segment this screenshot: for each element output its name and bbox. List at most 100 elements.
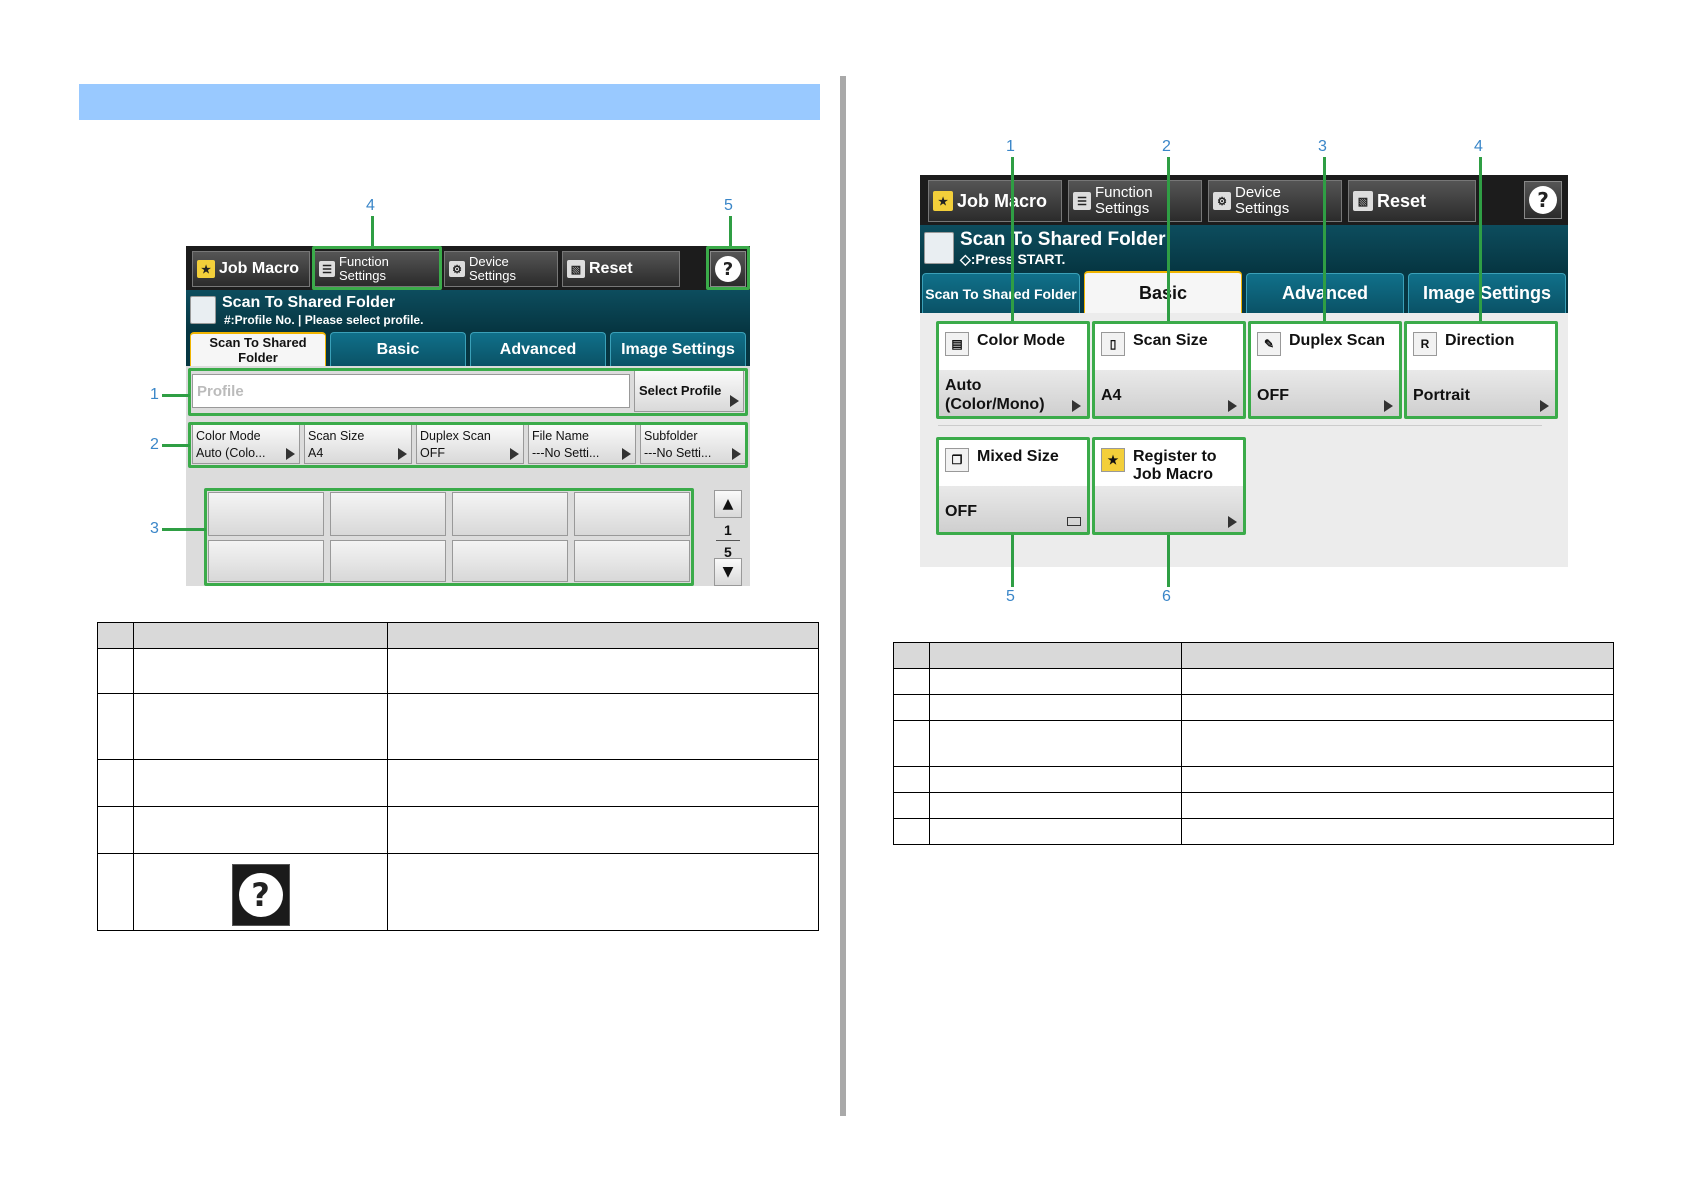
table-cell [893,668,930,695]
table-header-cell [97,622,134,649]
callout-1: 1 [1006,138,1015,155]
table-cell [387,693,819,760]
table-cell [1181,792,1614,819]
help-button[interactable]: ? [1524,181,1562,219]
function-settings-label-2: Settings [1095,200,1150,217]
job-macro-label: Job Macro [219,260,300,277]
help-icon: ? [1529,186,1557,214]
callout-line [1011,535,1014,587]
job-macro-button[interactable]: ★ Job Macro [928,180,1062,222]
tab-scan-to-shared-folder[interactable]: Scan To Shared Folder [190,332,326,366]
callout-line [1479,157,1482,321]
table-row [893,818,1614,845]
table-header-cell [1181,642,1614,669]
row-divider [938,425,1542,426]
page-current: 1 [724,522,732,538]
help-button-image: ? [231,864,290,926]
table-row [97,759,819,807]
highlight-help [706,246,750,290]
job-macro-button[interactable]: ★ Job Macro [192,251,310,287]
table-cell [133,648,388,694]
table-cell [97,806,134,854]
highlight-color-mode [936,321,1090,419]
tab-label: Scan To Shared Folder [209,335,307,365]
table-cell [893,720,930,767]
tab-label: Basic [376,340,420,358]
gear-icon: ⚙ [1213,192,1231,210]
callout-line [1011,157,1014,321]
callout-5: 5 [1006,588,1015,605]
callout-line [1323,157,1326,321]
tab-image-settings[interactable]: Image Settings [1408,273,1566,313]
table-cell [1181,818,1614,845]
table-cell [97,759,134,807]
help-glyph: ? [251,876,270,914]
tab-image-settings[interactable]: Image Settings [610,332,746,366]
page-up-button[interactable]: ▲ [714,490,742,518]
tab-label: Image Settings [621,340,735,358]
highlight-duplex-scan [1248,321,1402,419]
device-settings-label-2: Settings [1235,200,1290,217]
device-settings-label-1: Device [1235,184,1281,202]
left-reference-table: ? [97,622,819,931]
highlight-macro-grid [204,488,694,586]
table-cell [133,759,388,807]
callout-line [729,216,732,246]
reset-button[interactable]: ▧ Reset [562,251,680,287]
highlight-mixed-size [936,437,1090,535]
table-row [893,766,1614,793]
function-settings-button[interactable]: ☰ Function Settings [1068,180,1202,222]
tab-basic[interactable]: Basic [1084,271,1242,313]
table-row [893,792,1614,819]
table-cell [1181,766,1614,793]
title-bar: Scan To Shared Folder ◇:Press START. [920,225,1568,271]
tab-basic[interactable]: Basic [330,332,466,366]
highlight-functions [188,422,748,468]
callout-line [162,444,190,447]
reset-label: Reset [1377,190,1427,211]
reset-label: Reset [589,260,633,277]
device-settings-label-2: Settings [469,268,516,283]
device-settings-button[interactable]: ⚙ Device Settings [444,251,558,287]
table-row [893,668,1614,695]
table-row [893,694,1614,721]
page-title: Scan To Shared Folder [960,229,1166,250]
toolbar: ★ Job Macro ☰ Function Settings ⚙ Device S… [186,246,750,290]
table-cell [1181,668,1614,695]
callout-line [162,394,190,397]
table-cell [387,648,819,694]
arrow-up-icon: ▲ [722,496,734,512]
device-settings-button[interactable]: ⚙ Device Settings [1208,180,1342,222]
highlight-direction [1404,321,1558,419]
table-header-cell [387,622,819,649]
tab-row: Scan To Shared Folder Basic Advanced Ima… [186,330,750,366]
table-cell [929,818,1182,845]
reset-button[interactable]: ▧ Reset [1348,180,1476,222]
callout-line [162,528,206,531]
table-cell [387,759,819,807]
table-cell [929,668,1182,695]
tab-scan-to-shared-folder[interactable]: Scan To Shared Folder [922,273,1080,313]
table-cell [387,806,819,854]
callout-6: 6 [1162,588,1171,605]
table-cell [97,648,134,694]
callout-3: 3 [150,520,159,537]
list-icon: ☰ [1073,192,1091,210]
device-settings-label-1: Device [469,254,509,270]
tab-advanced[interactable]: Advanced [470,332,606,366]
callout-4: 4 [366,197,375,214]
tab-label: Image Settings [1422,283,1552,303]
tab-label: Advanced [499,340,577,358]
table-cell [929,720,1182,767]
highlight-function-settings [312,246,442,290]
callout-4: 4 [1474,138,1483,155]
table-row [97,806,819,854]
table-header-cell [133,622,388,649]
shared-folder-icon [924,232,954,264]
table-cell [133,806,388,854]
pager-divider [716,540,740,541]
tab-row: Scan To Shared Folder Basic Advanced Ima… [920,271,1568,313]
star-icon: ★ [197,260,215,278]
page-down-button[interactable]: ▼ [714,558,742,586]
right-panel-screenshot: ★ Job Macro ☰ Function Settings ⚙ Device S… [920,175,1568,567]
